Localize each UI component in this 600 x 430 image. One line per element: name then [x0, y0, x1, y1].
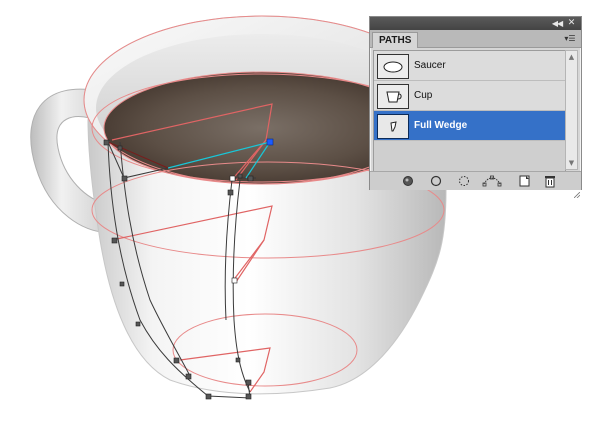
resize-grip-icon[interactable]	[573, 183, 581, 199]
paths-panel: ◀◀ ✕ PATHS ▾☰ Saucer Cup Full Wedge ▲ ▼	[369, 16, 582, 199]
path-item-cup[interactable]: Cup	[374, 81, 565, 111]
path-item-saucer[interactable]: Saucer	[374, 51, 565, 81]
path-item-label: Saucer	[414, 60, 446, 71]
tab-paths[interactable]: PATHS	[372, 32, 419, 48]
paths-list: Saucer Cup Full Wedge	[373, 50, 566, 172]
make-work-path-button[interactable]	[482, 174, 502, 188]
saucer-thumb-icon	[377, 54, 409, 79]
scroll-down-arrow-icon[interactable]: ▼	[566, 157, 577, 169]
selected-anchor-point[interactable]	[266, 138, 274, 146]
fill-circle-icon	[403, 176, 413, 186]
panel-tab-row: PATHS ▾☰	[370, 30, 581, 48]
paths-list-scrollbar[interactable]: ▲ ▼	[565, 50, 578, 170]
work-path-icon	[482, 175, 502, 187]
cup-thumb-icon	[377, 84, 409, 109]
path-item-label: Full Wedge	[414, 120, 468, 131]
load-selection-button[interactable]	[456, 174, 472, 188]
panel-menu-icon[interactable]: ▾☰	[562, 33, 578, 44]
scroll-up-arrow-icon[interactable]: ▲	[566, 51, 577, 63]
path-item-label: Cup	[414, 90, 433, 101]
stroke-circle-icon	[430, 175, 442, 187]
path-item-full-wedge[interactable]: Full Wedge	[374, 111, 565, 141]
panel-footer	[370, 171, 581, 199]
double-chevron-icon[interactable]: ◀◀	[551, 18, 563, 29]
new-path-button[interactable]	[516, 174, 532, 188]
wedge-thumb-icon	[377, 114, 409, 139]
new-page-icon	[519, 175, 530, 187]
stroke-path-button[interactable]	[428, 174, 444, 188]
dashed-circle-icon	[459, 176, 469, 186]
delete-path-button[interactable]	[542, 174, 558, 188]
fill-path-button[interactable]	[400, 174, 416, 188]
trash-icon	[545, 176, 555, 188]
panel-title-bar[interactable]: ◀◀ ✕	[370, 17, 581, 30]
close-icon[interactable]: ✕	[566, 18, 577, 29]
